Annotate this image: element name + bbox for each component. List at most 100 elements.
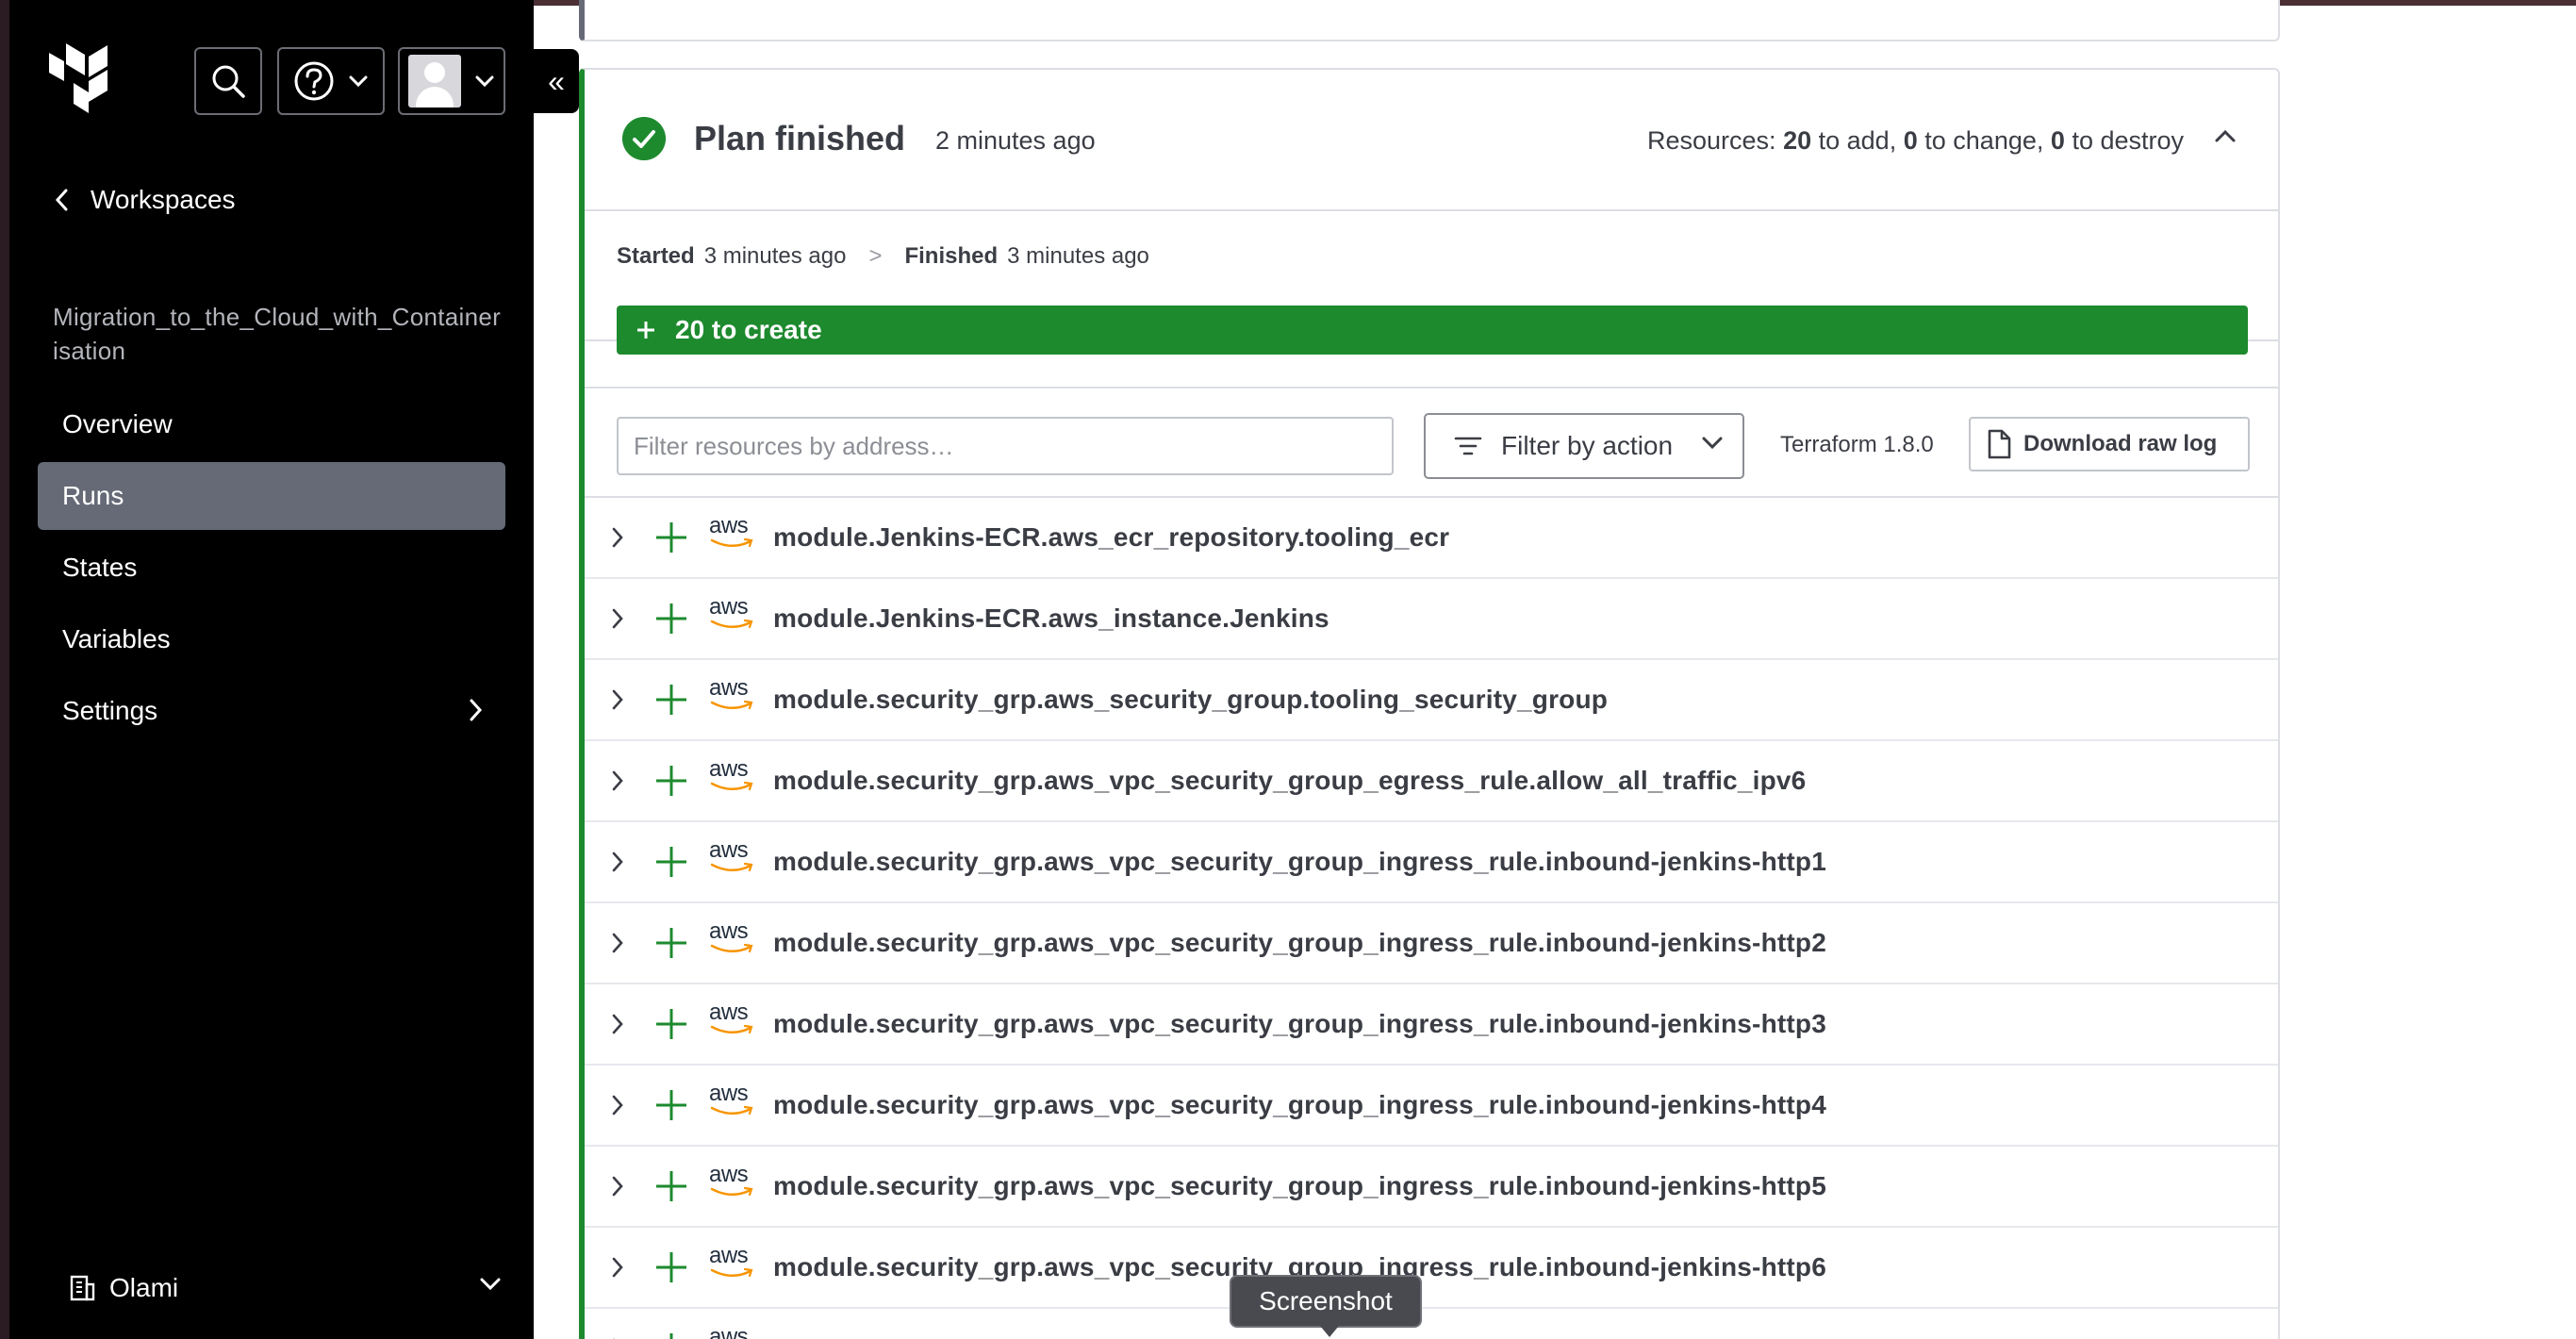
chevron-right-icon[interactable] bbox=[611, 769, 624, 792]
aws-smile-icon bbox=[710, 537, 753, 548]
resource-row[interactable]: aws module.security_grp.aws_vpc_security_… bbox=[585, 741, 2278, 822]
collapse-sidebar-button[interactable]: « bbox=[534, 49, 579, 113]
provider-label: aws bbox=[709, 1162, 749, 1187]
filter-icon bbox=[1454, 437, 1482, 455]
plus-icon bbox=[656, 603, 686, 634]
add-count: 20 bbox=[1783, 126, 1812, 155]
resource-row[interactable]: aws module.security_grp.aws_vpc_security_… bbox=[585, 1066, 2278, 1147]
resource-address: module.security_grp.aws_vpc_security_gro… bbox=[773, 1171, 1827, 1200]
plan-header[interactable]: Plan finished 2 minutes ago Resources: 2… bbox=[585, 70, 2278, 211]
sidebar-item-label: Overview bbox=[62, 409, 173, 438]
resource-address: module.security_grp.aws_vpc_security_gro… bbox=[773, 928, 1827, 957]
terraform-logo[interactable] bbox=[47, 38, 130, 121]
aws-icon: aws bbox=[709, 675, 756, 720]
provider-label: aws bbox=[709, 1243, 749, 1268]
sidebar-item-label: Variables bbox=[62, 624, 171, 653]
download-raw-log-label: Download raw log bbox=[2023, 431, 2218, 456]
resource-row[interactable]: aws module.security_grp.aws_vpc_security_… bbox=[585, 822, 2278, 903]
chevron-right-icon[interactable] bbox=[611, 607, 624, 630]
back-to-workspaces-link[interactable]: Workspaces bbox=[55, 185, 236, 215]
aws-icon: aws bbox=[709, 513, 756, 558]
aws-smile-icon bbox=[710, 862, 753, 872]
provider-label: aws bbox=[709, 918, 749, 944]
plus-icon bbox=[656, 928, 686, 958]
chevron-right-icon[interactable] bbox=[611, 1094, 624, 1116]
sidebar: Workspaces Migration_to_the_Cloud_with_C… bbox=[9, 0, 534, 1339]
download-raw-log-button[interactable]: Download raw log bbox=[1969, 417, 2250, 471]
resource-row[interactable]: aws module.Jenkins-ECR.aws_instance.Jenki… bbox=[585, 579, 2278, 660]
sidebar-item-overview[interactable]: Overview bbox=[38, 390, 505, 458]
resource-row[interactable]: aws module.security_grp.aws_vpc_security_… bbox=[585, 1228, 2278, 1309]
filter-by-action-dropdown[interactable]: Filter by action bbox=[1424, 413, 1744, 479]
aws-icon: aws bbox=[709, 837, 756, 883]
aws-icon: aws bbox=[709, 1243, 756, 1288]
sidebar-item-label: Runs bbox=[62, 481, 124, 510]
aws-icon: aws bbox=[709, 1324, 756, 1339]
aws-icon: aws bbox=[709, 1081, 756, 1126]
chevron-right-icon[interactable] bbox=[611, 1175, 624, 1198]
resource-row[interactable]: aws module.security_grp.aws_vpc_security_… bbox=[585, 1147, 2278, 1228]
resource-address: module.Jenkins-ECR.aws_instance.Jenkins bbox=[773, 603, 1329, 633]
sidebar-item-states[interactable]: States bbox=[38, 534, 505, 602]
chevron-right-icon[interactable] bbox=[611, 688, 624, 711]
plus-icon bbox=[656, 522, 686, 553]
aws-smile-icon bbox=[710, 1105, 753, 1116]
window-left-border bbox=[0, 0, 9, 1339]
building-icon bbox=[70, 1275, 95, 1301]
chevron-down-icon bbox=[1702, 437, 1723, 450]
change-label: to change, bbox=[1924, 126, 2044, 155]
resource-address: module.security_grp.aws_security_group.t… bbox=[773, 685, 1609, 714]
chevron-left-icon bbox=[55, 189, 68, 211]
chevron-right-icon[interactable] bbox=[611, 932, 624, 954]
chevron-up-icon[interactable] bbox=[2214, 128, 2237, 143]
aws-smile-icon bbox=[710, 943, 753, 953]
resources-summary: Resources: 20 to add, 0 to change, 0 to … bbox=[1647, 126, 2184, 156]
workspace-name: Migration_to_the_Cloud_with_Containerisa… bbox=[53, 303, 502, 365]
provider-label: aws bbox=[709, 1324, 749, 1339]
aws-smile-icon bbox=[710, 1267, 753, 1278]
change-count: 0 bbox=[1903, 126, 1918, 155]
chevron-right-icon[interactable] bbox=[611, 1256, 624, 1279]
filter-address-input[interactable] bbox=[617, 417, 1394, 475]
resource-list: aws module.Jenkins-ECR.aws_ecr_repository… bbox=[585, 498, 2278, 1339]
aws-smile-icon bbox=[710, 1186, 753, 1197]
tooltip-label: Screenshot bbox=[1259, 1286, 1393, 1315]
provider-label: aws bbox=[709, 513, 749, 538]
terraform-version: Terraform 1.8.0 bbox=[1780, 432, 1934, 457]
aws-smile-icon bbox=[710, 619, 753, 629]
plus-icon bbox=[656, 847, 686, 877]
organization-switcher[interactable]: Olami bbox=[68, 1273, 502, 1303]
previous-run-card bbox=[579, 0, 2280, 41]
resource-address: module.security_grp.aws_vpc_security_gro… bbox=[773, 847, 1827, 876]
resource-row[interactable]: aws module.Jenkins-ECR.aws_ecr_repository… bbox=[585, 498, 2278, 579]
resource-row[interactable]: aws module.security_grp.aws_vpc_security_… bbox=[585, 984, 2278, 1066]
plan-status-title: Plan finished bbox=[694, 119, 906, 157]
sidebar-item-label: Settings bbox=[62, 696, 158, 725]
chevron-down-icon bbox=[475, 75, 494, 88]
sidebar-item-settings[interactable]: Settings bbox=[38, 677, 505, 745]
help-menu-button[interactable] bbox=[277, 47, 385, 115]
sidebar-item-variables[interactable]: Variables bbox=[38, 605, 505, 673]
aws-icon: aws bbox=[709, 1162, 756, 1207]
plus-icon bbox=[656, 1252, 686, 1282]
chevron-right-icon[interactable] bbox=[611, 851, 624, 873]
sidebar-item-runs[interactable]: Runs bbox=[38, 462, 505, 530]
chevron-right-icon[interactable] bbox=[611, 526, 624, 549]
aws-icon: aws bbox=[709, 756, 756, 802]
aws-icon: aws bbox=[709, 594, 756, 639]
chevron-right-icon[interactable] bbox=[611, 1013, 624, 1035]
create-summary-label: 20 to create bbox=[675, 315, 822, 344]
resource-row[interactable]: aws module.security_grp.aws_vpc_security_… bbox=[585, 903, 2278, 984]
resource-row[interactable]: aws bbox=[585, 1309, 2278, 1339]
search-button[interactable] bbox=[194, 47, 262, 115]
resource-address: module.Jenkins-ECR.aws_ecr_repository.to… bbox=[773, 522, 1450, 552]
back-label: Workspaces bbox=[91, 185, 236, 214]
chevron-down-icon bbox=[349, 75, 368, 88]
plus-icon bbox=[637, 322, 654, 339]
resource-row[interactable]: aws module.security_grp.aws_security_grou… bbox=[585, 660, 2278, 741]
started-value: 3 minutes ago bbox=[703, 243, 847, 269]
user-menu-button[interactable] bbox=[398, 47, 505, 115]
filter-by-action-label: Filter by action bbox=[1501, 431, 1674, 460]
aws-icon: aws bbox=[709, 1000, 756, 1045]
finished-label: Finished bbox=[904, 243, 999, 269]
